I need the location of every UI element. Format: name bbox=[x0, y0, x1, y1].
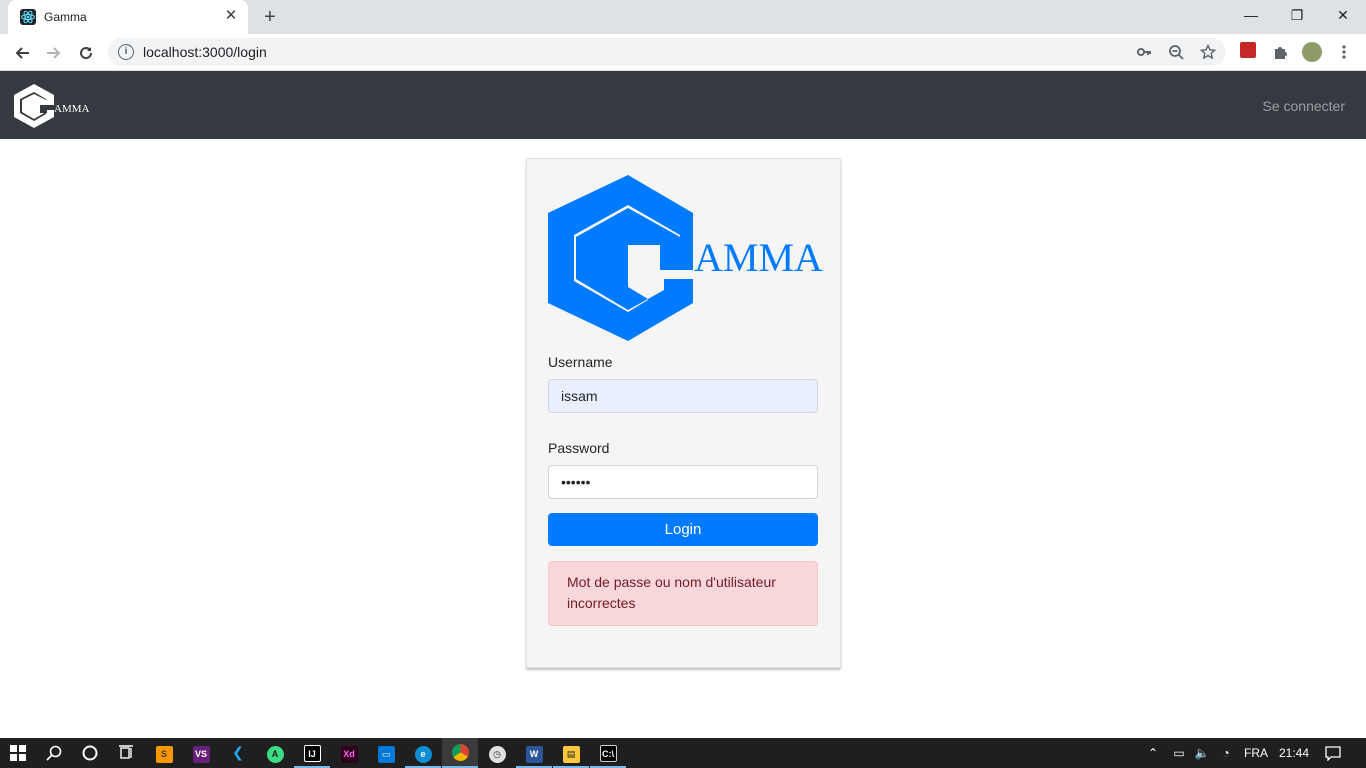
browser-toolbar: i localhost:3000/login bbox=[0, 34, 1366, 71]
terminal-icon[interactable]: C:\ bbox=[590, 738, 626, 768]
language-indicator[interactable]: FRA bbox=[1240, 738, 1272, 768]
intellij-icon[interactable]: IJ bbox=[294, 738, 330, 768]
browser-tab[interactable]: Gamma ✕ bbox=[8, 0, 248, 34]
task-view-icon[interactable] bbox=[108, 738, 144, 768]
app-navbar: AMMA Se connecter bbox=[0, 71, 1366, 139]
cortana-icon[interactable] bbox=[72, 738, 108, 768]
windows-start-icon[interactable] bbox=[0, 738, 36, 768]
browser-tab-strip: Gamma ✕ + — ❐ ✕ bbox=[0, 0, 1366, 34]
password-input[interactable] bbox=[548, 465, 818, 499]
word-icon[interactable]: W bbox=[516, 738, 552, 768]
tab-close-icon[interactable]: ✕ bbox=[222, 7, 240, 25]
restore-button[interactable]: ❐ bbox=[1274, 0, 1320, 30]
gamma-logo: AMMA bbox=[548, 175, 823, 343]
search-icon[interactable] bbox=[36, 738, 72, 768]
notification-icon[interactable] bbox=[1320, 738, 1346, 768]
profile-avatar[interactable] bbox=[1302, 42, 1322, 62]
remote-desktop-icon[interactable]: ▭ bbox=[368, 738, 404, 768]
nav-login-link[interactable]: Se connecter bbox=[1263, 98, 1346, 114]
battery-icon[interactable]: ▭ bbox=[1168, 738, 1190, 768]
username-label: Username bbox=[548, 354, 613, 370]
more-menu-icon[interactable] bbox=[1334, 42, 1354, 62]
url-text[interactable]: localhost:3000/login bbox=[143, 44, 267, 60]
sublime-text-icon[interactable]: S bbox=[146, 738, 182, 768]
edge-icon[interactable]: e bbox=[405, 738, 441, 768]
clock-time[interactable]: 21:44 bbox=[1276, 738, 1312, 768]
adobe-xd-icon[interactable]: Xd bbox=[331, 738, 367, 768]
bookmark-star-icon[interactable] bbox=[1198, 42, 1218, 62]
android-studio-icon[interactable]: A bbox=[257, 738, 293, 768]
login-card: AMMA Username Password Login Mot de pass… bbox=[526, 158, 841, 668]
zoom-icon[interactable] bbox=[1166, 42, 1186, 62]
tab-title: Gamma bbox=[44, 10, 87, 24]
brand-logo[interactable]: AMMA bbox=[14, 83, 98, 129]
error-alert: Mot de passe ou nom d'utilisateur incorr… bbox=[548, 561, 818, 626]
reload-icon[interactable] bbox=[72, 39, 100, 67]
clock-app-icon[interactable]: ◷ bbox=[479, 738, 515, 768]
login-button[interactable]: Login bbox=[548, 513, 818, 546]
react-favicon-icon bbox=[20, 9, 36, 25]
new-tab-button[interactable]: + bbox=[258, 5, 282, 29]
minimize-button[interactable]: — bbox=[1228, 0, 1274, 30]
extensions-puzzle-icon[interactable] bbox=[1270, 42, 1290, 62]
chrome-icon[interactable] bbox=[442, 738, 478, 768]
password-label: Password bbox=[548, 440, 610, 456]
logo-text: AMMA bbox=[694, 235, 823, 280]
back-arrow-icon[interactable] bbox=[8, 39, 36, 67]
address-bar[interactable]: i localhost:3000/login bbox=[108, 38, 1226, 66]
tray-chevron-icon[interactable]: ⌃ bbox=[1144, 738, 1162, 768]
brand-text: AMMA bbox=[54, 103, 90, 115]
vscode-icon[interactable]: ❮ bbox=[220, 738, 256, 768]
visual-studio-icon[interactable]: VS bbox=[183, 738, 219, 768]
extension-red-icon[interactable] bbox=[1238, 42, 1258, 62]
wifi-icon[interactable]: ◔ bbox=[1216, 738, 1236, 768]
file-explorer-icon[interactable]: ▤ bbox=[553, 738, 589, 768]
username-input[interactable] bbox=[548, 379, 818, 413]
forward-arrow-icon[interactable] bbox=[40, 39, 68, 67]
close-window-button[interactable]: ✕ bbox=[1320, 0, 1366, 30]
key-icon[interactable] bbox=[1134, 42, 1154, 62]
site-info-icon[interactable]: i bbox=[118, 44, 134, 60]
windows-taskbar: S VS ❮ A IJ Xd ▭ e ◷ W ▤ C:\ ⌃ ▭ 🔈 ◔ FRA… bbox=[0, 738, 1366, 768]
volume-icon[interactable]: 🔈 bbox=[1192, 738, 1212, 768]
